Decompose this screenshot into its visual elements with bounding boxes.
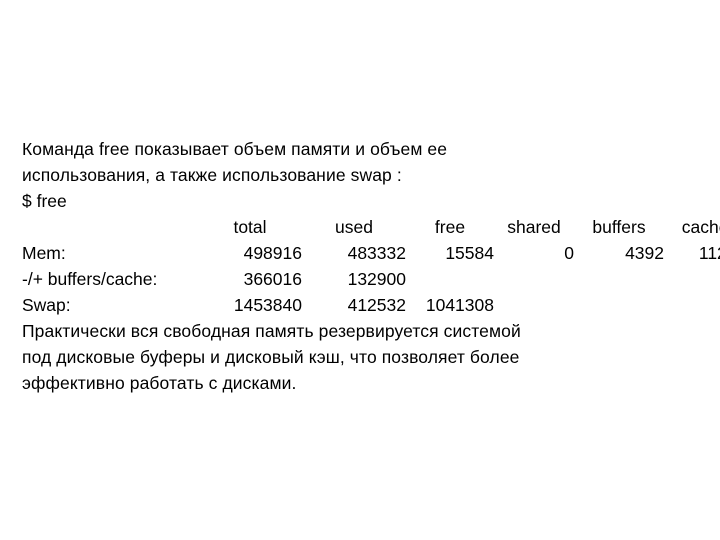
header-cell-shared: shared [507, 217, 561, 237]
free-command-output-table: total used free shared buffers cached Me… [22, 214, 720, 318]
table-row: Swap: 1453840 412532 1041308 [22, 292, 720, 318]
cell-swap-used: 412532 [347, 295, 406, 315]
cell-bufcache-cached [664, 266, 720, 292]
header-cell-cached: cached [681, 217, 720, 237]
outro-paragraph-line-3: эффективно работать с дисками. [22, 373, 297, 393]
free-table-body: Mem: 498916 483332 15584 0 4392 112924 -… [22, 240, 720, 318]
header-cell-used: used [335, 217, 373, 237]
row-label-mem: Mem: [22, 243, 66, 263]
cell-bufcache-total: 366016 [243, 269, 302, 289]
slide-canvas: Команда free показывает объем памяти и о… [0, 0, 720, 540]
cell-mem-buffers: 4392 [625, 243, 664, 263]
cell-bufcache-free [406, 266, 494, 292]
cell-bufcache-shared [494, 266, 574, 292]
intro-paragraph-line-1: Команда free показывает объем памяти и о… [22, 139, 448, 159]
header-cell-total: total [233, 217, 267, 237]
outro-paragraph-line-2: под дисковые буферы и дисковый кэш, что … [22, 347, 520, 367]
row-label-swap: Swap: [22, 295, 71, 315]
intro-paragraph-line-2: использования, а также использование swa… [22, 165, 402, 185]
header-cell-free: free [434, 217, 466, 237]
table-row: Mem: 498916 483332 15584 0 4392 112924 [22, 240, 720, 266]
cell-swap-shared [494, 292, 574, 318]
table-row: -/+ buffers/cache: 366016 132900 [22, 266, 720, 292]
row-label-buffers-cache: -/+ buffers/cache: [22, 269, 158, 289]
outro-paragraph-line-1: Практически вся свободная память резерви… [22, 321, 521, 341]
cell-swap-cached [664, 292, 720, 318]
cell-mem-total: 498916 [243, 243, 302, 263]
table-header-row: total used free shared buffers cached [22, 214, 720, 240]
cell-mem-shared: 0 [564, 243, 574, 263]
header-cell-label [22, 214, 198, 240]
slide-text-body: Команда free показывает объем памяти и о… [22, 136, 720, 396]
cell-mem-used: 483332 [347, 243, 406, 263]
cell-swap-free: 1041308 [425, 295, 494, 315]
cell-bufcache-used: 132900 [347, 269, 406, 289]
cell-swap-buffers [574, 292, 664, 318]
header-cell-buffers: buffers [592, 217, 646, 237]
cell-mem-free: 15584 [445, 243, 494, 263]
shell-command-line: $ free [22, 191, 67, 211]
cell-swap-total: 1453840 [233, 295, 302, 315]
cell-bufcache-buffers [574, 266, 664, 292]
cell-mem-cached: 112924 [698, 243, 720, 263]
free-table-header: total used free shared buffers cached [22, 214, 720, 240]
